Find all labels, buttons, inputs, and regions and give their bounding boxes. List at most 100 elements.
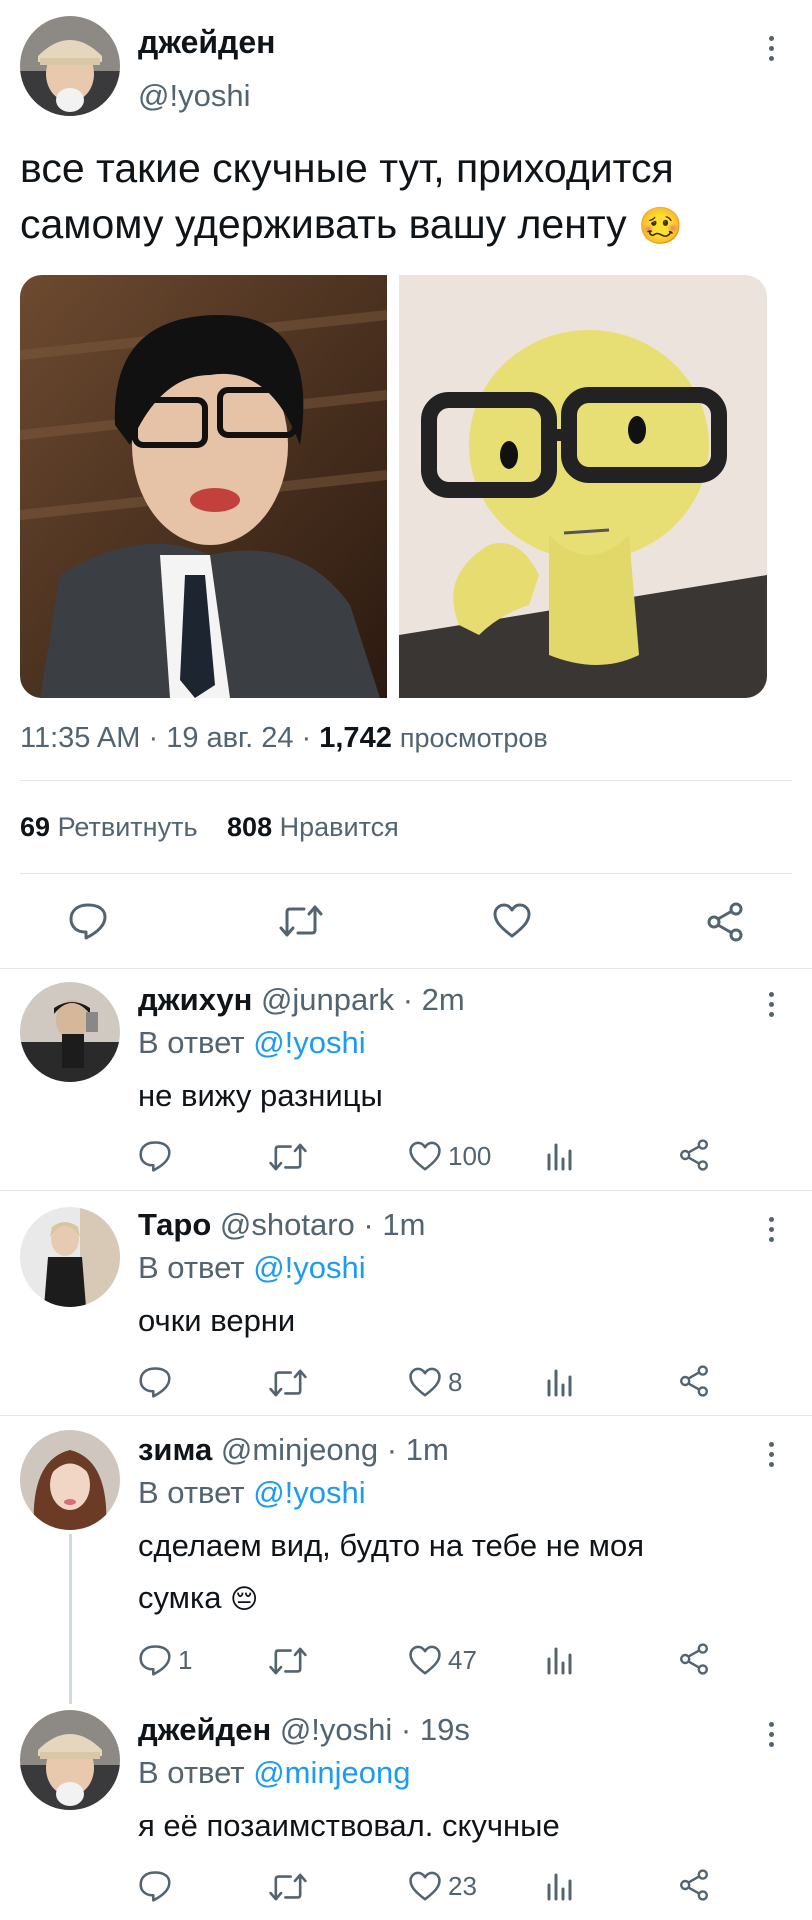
- share-icon: [680, 1139, 708, 1171]
- engagement-stats: 69 Ретвитнуть 808 Нравится: [20, 812, 399, 843]
- like-button[interactable]: [492, 903, 532, 939]
- display-name[interactable]: джейден: [138, 1712, 271, 1747]
- retweet-button[interactable]: [268, 1142, 314, 1172]
- avatar[interactable]: [20, 1710, 120, 1810]
- share-icon: [680, 1643, 708, 1675]
- views-label: просмотров: [399, 723, 548, 753]
- reply-header: зима @minjeong · 1m: [138, 1432, 449, 1467]
- divider: [20, 780, 792, 781]
- timestamp[interactable]: 2m: [422, 982, 465, 1017]
- reply-to-label: В ответ: [138, 1250, 245, 1285]
- reply-to-handle[interactable]: @!yoshi: [253, 1025, 365, 1060]
- avatar[interactable]: [20, 16, 120, 116]
- tweet-image-2[interactable]: [399, 275, 767, 698]
- handle[interactable]: @minjeong: [221, 1432, 378, 1467]
- retweet-icon: [269, 1369, 307, 1397]
- retweet-button[interactable]: [268, 1646, 314, 1676]
- reply-to-handle[interactable]: @!yoshi: [253, 1475, 365, 1510]
- reply-button[interactable]: [138, 1140, 178, 1172]
- share-button[interactable]: [705, 902, 745, 942]
- tweet-text: все такие скучные тут, приходится самому…: [20, 140, 780, 254]
- more-options-icon[interactable]: [766, 1442, 776, 1467]
- like-icon: [409, 1141, 441, 1171]
- share-button[interactable]: [678, 1643, 710, 1675]
- retweets-stat[interactable]: 69 Ретвитнуть: [20, 812, 205, 842]
- reply-to-handle[interactable]: @minjeong: [253, 1755, 410, 1790]
- reply-icon: [139, 1141, 171, 1172]
- share-icon: [680, 1365, 708, 1397]
- analytics-button[interactable]: [546, 1645, 574, 1675]
- reply-header: джейден @!yoshi · 19s: [138, 1712, 470, 1747]
- retweet-icon: [269, 1873, 307, 1901]
- share-button[interactable]: [678, 1139, 710, 1171]
- analytics-icon: [547, 1369, 572, 1397]
- avatar[interactable]: [20, 982, 120, 1082]
- reply-to: В ответ @!yoshi: [138, 1475, 366, 1511]
- analytics-icon: [547, 1143, 572, 1171]
- retweet-button[interactable]: [268, 1368, 314, 1398]
- like-button[interactable]: 23: [408, 1871, 477, 1902]
- reply-to: В ответ @!yoshi: [138, 1025, 366, 1061]
- tweet-image-1[interactable]: [20, 275, 387, 698]
- timestamp[interactable]: 1m: [382, 1207, 425, 1242]
- reply-button[interactable]: [138, 1366, 178, 1398]
- avatar[interactable]: [20, 1430, 120, 1530]
- retweet-icon: [269, 1647, 307, 1675]
- display-name[interactable]: джейден: [138, 24, 275, 61]
- more-options-icon[interactable]: [766, 992, 776, 1017]
- handle[interactable]: @shotaro: [220, 1207, 355, 1242]
- tweet-meta: 11:35 AM · 19 авг. 24 · 1,742 просмотров: [20, 722, 548, 754]
- handle[interactable]: @junpark: [261, 982, 394, 1017]
- reply-button[interactable]: [138, 1870, 178, 1902]
- reply-text: не вижу разницы: [138, 1078, 383, 1113]
- retweet-button[interactable]: [268, 1872, 314, 1902]
- reply-text-line2: сумка 😔: [138, 1580, 259, 1615]
- like-button[interactable]: 47: [408, 1645, 477, 1676]
- share-button[interactable]: [678, 1869, 710, 1901]
- display-name[interactable]: Таро: [138, 1207, 211, 1242]
- retweet-icon: [269, 1143, 307, 1171]
- analytics-button[interactable]: [546, 1367, 574, 1397]
- reply-icon: [139, 1645, 171, 1676]
- reply-to-label: В ответ: [138, 1025, 245, 1060]
- analytics-button[interactable]: [546, 1871, 574, 1901]
- display-name[interactable]: джихун: [138, 982, 252, 1017]
- like-button[interactable]: 100: [408, 1141, 491, 1172]
- like-icon: [493, 903, 531, 938]
- like-count: 47: [448, 1645, 477, 1675]
- reply-count: 1: [178, 1644, 193, 1675]
- timestamp[interactable]: 19s: [420, 1712, 470, 1747]
- reply-button[interactable]: [68, 902, 108, 940]
- handle[interactable]: @!yoshi: [138, 78, 250, 114]
- analytics-button[interactable]: [546, 1141, 574, 1171]
- reply-button[interactable]: 1: [138, 1644, 192, 1676]
- retweet-icon: [279, 905, 323, 937]
- reply-to: В ответ @minjeong: [138, 1755, 410, 1791]
- analytics-icon: [547, 1647, 572, 1675]
- more-options-icon[interactable]: [766, 1722, 776, 1747]
- divider: [0, 1415, 812, 1416]
- pensive-emoji: 😔: [230, 1584, 259, 1614]
- likes-label: Нравится: [279, 812, 399, 842]
- reply-text: очки верни: [138, 1303, 296, 1338]
- reply-header: джихун @junpark · 2m: [138, 982, 465, 1017]
- avatar[interactable]: [20, 1207, 120, 1307]
- display-name[interactable]: зима: [138, 1432, 212, 1467]
- tweet-date: 19 авг. 24: [166, 722, 294, 754]
- like-count: 8: [448, 1367, 463, 1397]
- like-count: 23: [448, 1871, 477, 1901]
- reply-to-handle[interactable]: @!yoshi: [253, 1250, 365, 1285]
- divider: [0, 1190, 812, 1191]
- more-options-icon[interactable]: [766, 1217, 776, 1242]
- like-icon: [409, 1645, 441, 1675]
- timestamp[interactable]: 1m: [406, 1432, 449, 1467]
- views-count: 1,742: [319, 722, 392, 754]
- retweet-button[interactable]: [278, 904, 324, 938]
- likes-stat[interactable]: 808 Нравится: [227, 812, 399, 842]
- reply-to: В ответ @!yoshi: [138, 1250, 366, 1286]
- more-options-icon[interactable]: [766, 36, 776, 61]
- share-button[interactable]: [678, 1365, 710, 1397]
- like-button[interactable]: 8: [408, 1367, 462, 1398]
- handle[interactable]: @!yoshi: [280, 1712, 392, 1747]
- divider: [0, 968, 812, 969]
